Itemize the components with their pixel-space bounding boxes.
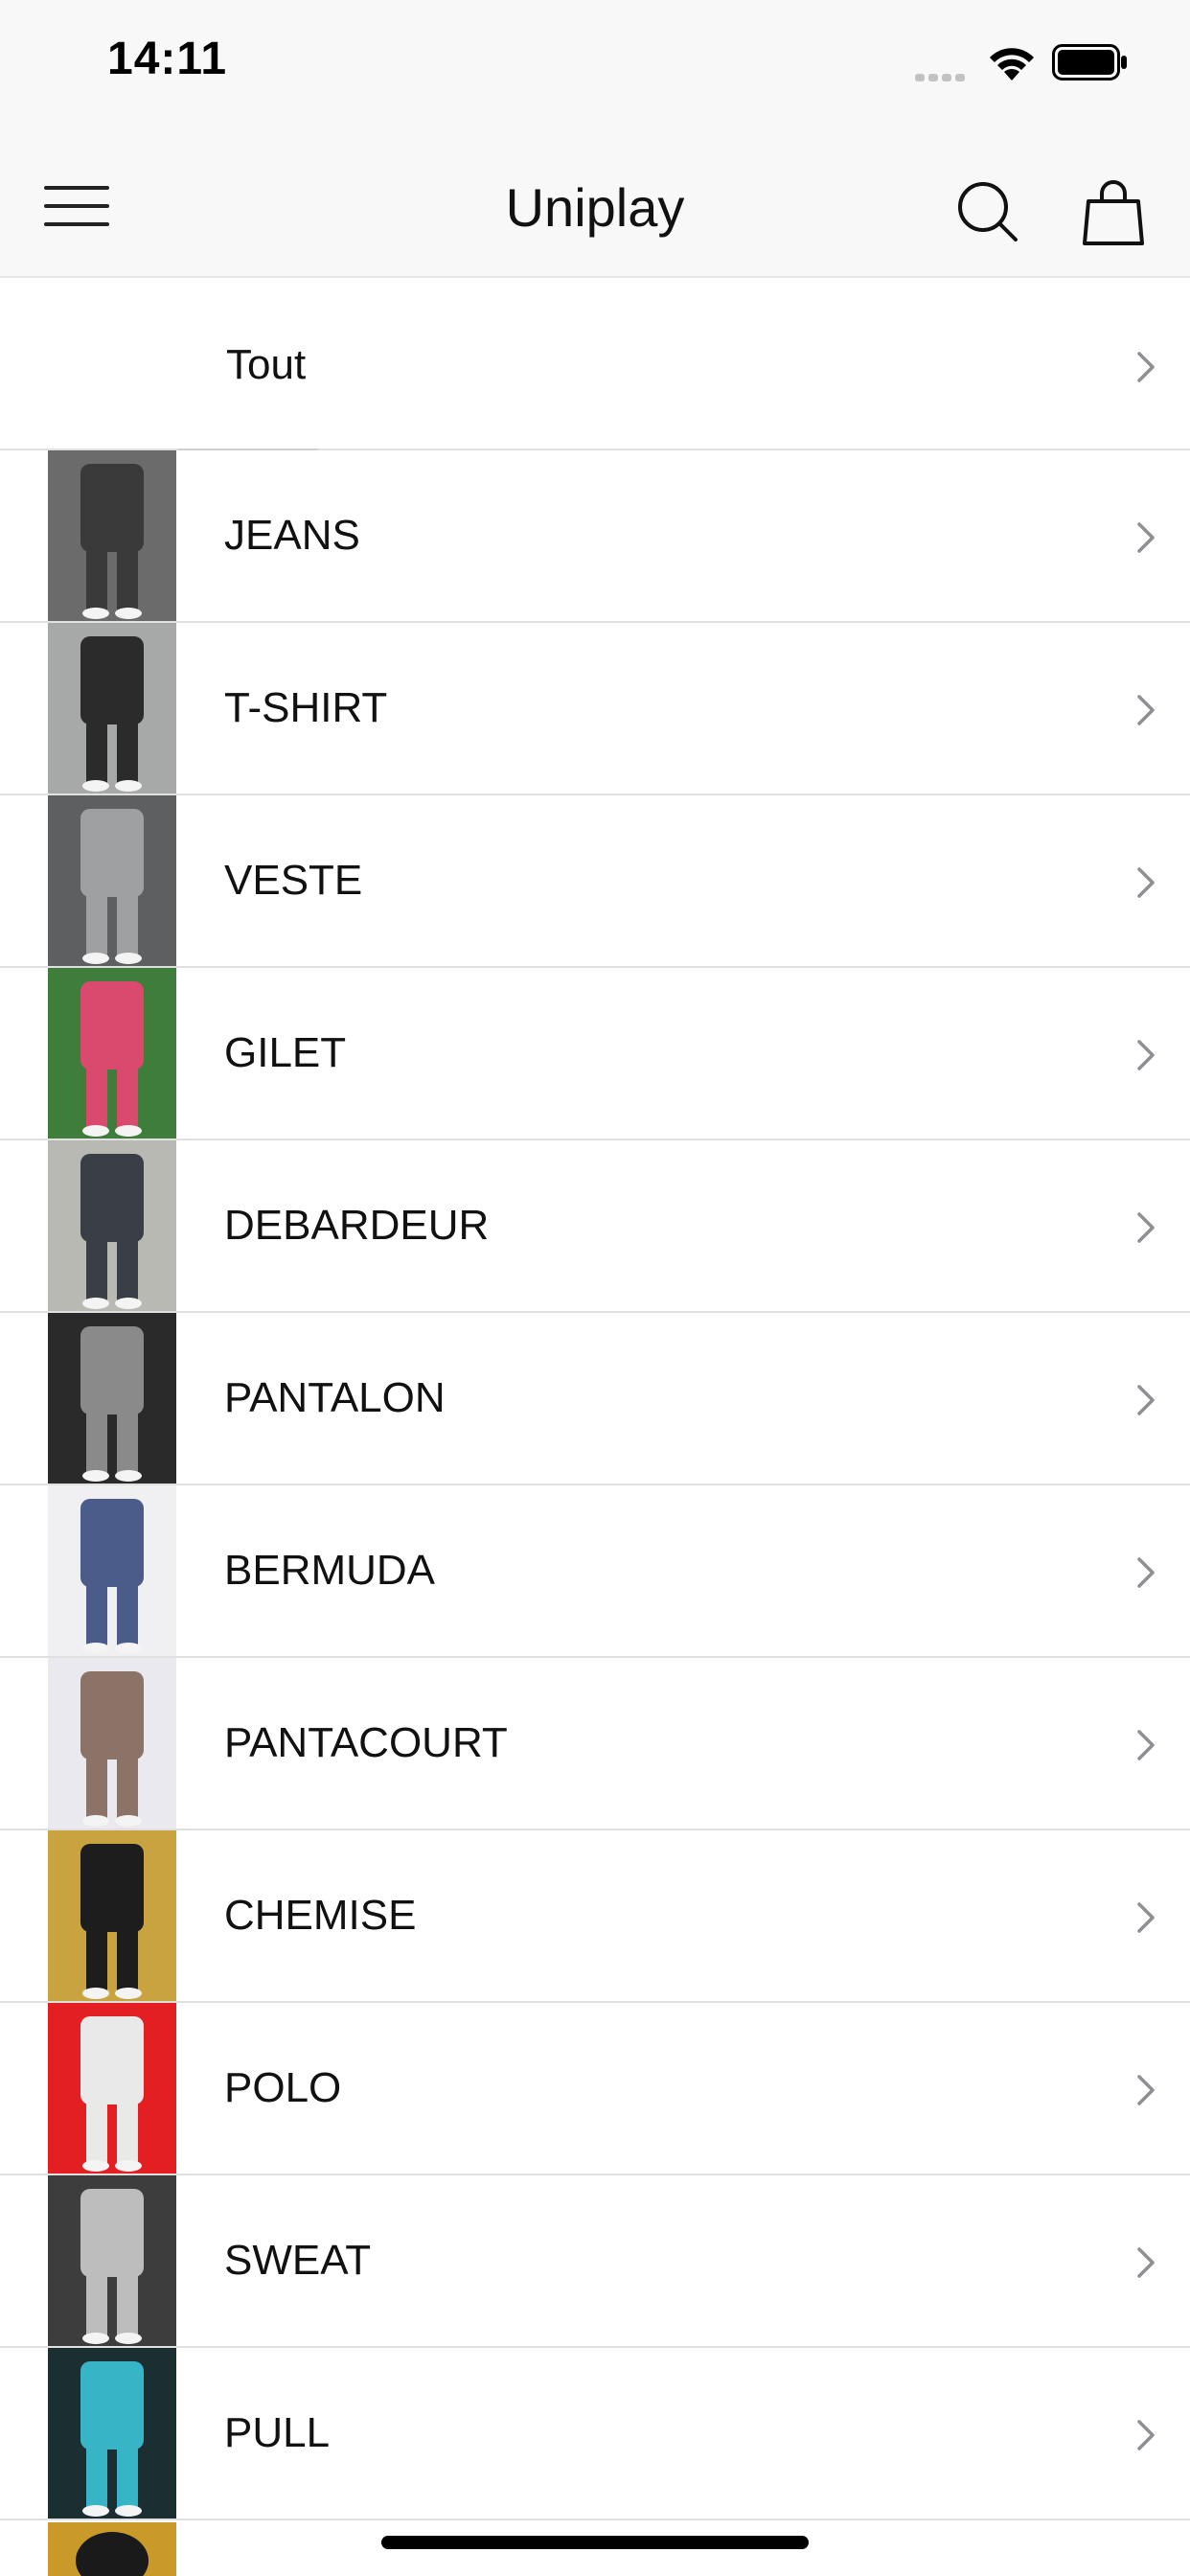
category-thumbnail bbox=[48, 2348, 176, 2518]
chevron-right-icon bbox=[1137, 2247, 1155, 2278]
chevron-right-icon bbox=[1137, 352, 1155, 382]
category-row-sweat[interactable]: SWEAT bbox=[0, 2175, 1190, 2348]
category-label: SWEAT bbox=[224, 2237, 372, 2284]
category-label: BERMUDA bbox=[224, 1547, 436, 1594]
chevron-right-icon bbox=[1137, 2075, 1155, 2105]
category-row-veste[interactable]: VESTE bbox=[0, 795, 1190, 968]
hamburger-menu-icon[interactable] bbox=[44, 184, 109, 228]
search-icon[interactable] bbox=[954, 178, 1021, 245]
chevron-right-icon bbox=[1137, 867, 1155, 898]
category-thumbnail bbox=[48, 1485, 176, 1656]
battery-icon bbox=[1052, 44, 1127, 80]
category-row-tout[interactable]: Tout bbox=[0, 280, 1190, 450]
status-bar: 14:11 bbox=[0, 0, 1190, 126]
wifi-icon bbox=[990, 48, 1034, 80]
category-row-chemise[interactable]: CHEMISE bbox=[0, 1830, 1190, 2003]
category-row-jeans[interactable]: JEANS bbox=[0, 450, 1190, 623]
category-label: GILET bbox=[224, 1029, 347, 1076]
category-thumbnail-partial bbox=[48, 2522, 176, 2576]
category-row-gilet[interactable]: GILET bbox=[0, 968, 1190, 1140]
shopping-bag-icon[interactable] bbox=[1083, 176, 1144, 247]
chevron-right-icon bbox=[1137, 1557, 1155, 1588]
category-thumbnail bbox=[48, 795, 176, 966]
category-label: DEBARDEUR bbox=[224, 1202, 490, 1249]
category-thumbnail bbox=[48, 2003, 176, 2174]
category-thumbnail bbox=[48, 1313, 176, 1484]
cellular-signal-icon bbox=[915, 69, 973, 81]
category-thumbnail bbox=[48, 1140, 176, 1311]
category-list: Tout JEANS T-SHIRT VESTE GILET DEBARDEUR PANTA… bbox=[0, 280, 1190, 2520]
category-thumbnail bbox=[48, 1830, 176, 2001]
category-row-t-shirt[interactable]: T-SHIRT bbox=[0, 623, 1190, 795]
navigation-bar: Uniplay bbox=[0, 126, 1190, 278]
category-row-bermuda[interactable]: BERMUDA bbox=[0, 1485, 1190, 1658]
category-row-pantalon[interactable]: PANTALON bbox=[0, 1313, 1190, 1485]
category-thumbnail bbox=[48, 450, 176, 621]
category-label: JEANS bbox=[224, 512, 360, 559]
chevron-right-icon bbox=[1137, 1212, 1155, 1243]
chevron-right-icon bbox=[1137, 2420, 1155, 2450]
chevron-right-icon bbox=[1137, 1385, 1155, 1415]
category-row-polo[interactable]: POLO bbox=[0, 2003, 1190, 2175]
status-time: 14:11 bbox=[107, 34, 228, 84]
category-thumbnail bbox=[48, 1658, 176, 1828]
category-row-debardeur[interactable]: DEBARDEUR bbox=[0, 1140, 1190, 1313]
chevron-right-icon bbox=[1137, 1730, 1155, 1760]
category-label: CHEMISE bbox=[224, 1892, 417, 1939]
category-label: POLO bbox=[224, 2064, 342, 2111]
category-label: PANTALON bbox=[224, 1374, 446, 1421]
category-label: PANTACOURT bbox=[224, 1719, 508, 1766]
chevron-right-icon bbox=[1137, 1040, 1155, 1070]
category-thumbnail bbox=[48, 623, 176, 794]
category-row-pantacourt[interactable]: PANTACOURT bbox=[0, 1658, 1190, 1830]
category-label: T-SHIRT bbox=[224, 684, 388, 731]
category-label: PULL bbox=[224, 2409, 331, 2456]
category-row-pull[interactable]: PULL bbox=[0, 2348, 1190, 2520]
category-label: VESTE bbox=[224, 857, 363, 904]
home-indicator bbox=[381, 2536, 809, 2549]
category-thumbnail bbox=[48, 2175, 176, 2346]
category-label: Tout bbox=[226, 341, 307, 388]
chevron-right-icon bbox=[1137, 1902, 1155, 1933]
chevron-right-icon bbox=[1137, 522, 1155, 553]
category-thumbnail bbox=[48, 968, 176, 1138]
chevron-right-icon bbox=[1137, 695, 1155, 725]
